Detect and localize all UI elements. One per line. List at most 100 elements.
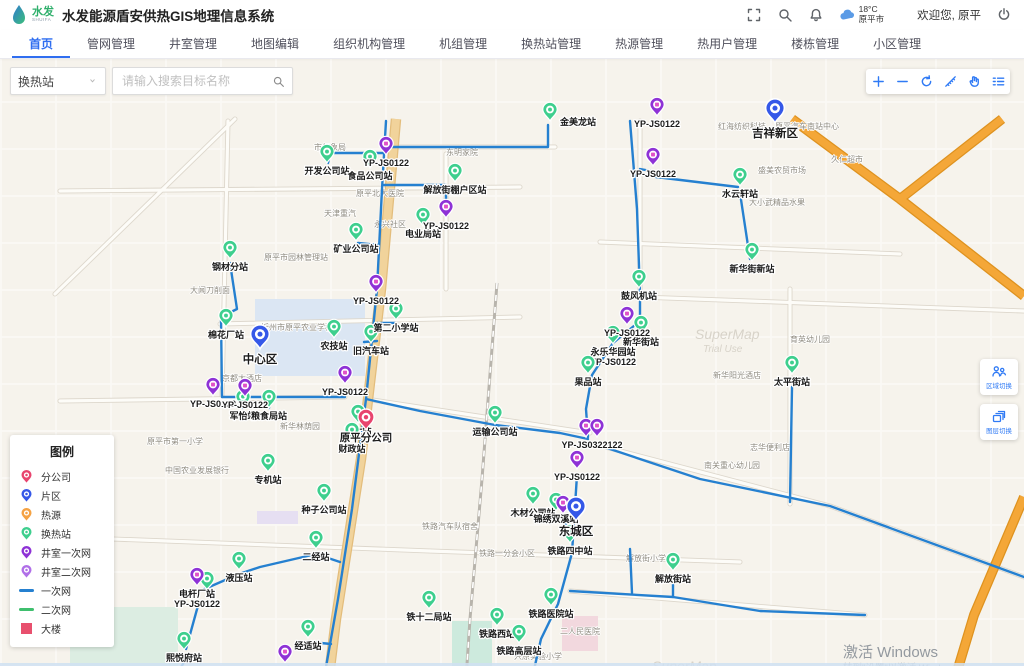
exchange-pin[interactable] [448,163,462,182]
marker-label: YP-JS0122 [423,221,469,231]
marker-label: 运输公司站 [472,426,517,437]
map-poi-label: 南关重心幼儿园 [704,460,760,470]
fullscreen-icon[interactable] [746,7,762,23]
search-submit-icon[interactable] [272,75,285,88]
exchange-pin[interactable] [745,242,759,261]
marker-label: 二经站 [302,551,329,562]
marker-label: 新华街新站 [729,263,774,274]
marker-label: 矿业公司站 [333,243,378,254]
marker-label: 液压站 [225,572,252,583]
marker-label: 东城区 [559,524,594,538]
exchange-pin[interactable] [261,453,275,472]
marker-label: 太平街站 [773,376,810,387]
highway [941,497,1024,666]
tab-building[interactable]: 楼栋管理 [774,30,856,58]
well-primary-pin[interactable] [646,147,660,166]
tab-well[interactable]: 井室管理 [152,30,234,58]
search-input[interactable] [120,73,272,89]
exchange-pin[interactable] [177,631,191,650]
tab-heat-user[interactable]: 热用户管理 [680,30,774,58]
logout-icon[interactable] [996,7,1012,23]
tab-home[interactable]: 首页 [12,30,70,58]
tab-map-edit[interactable]: 地图编辑 [234,30,316,58]
exchange-pin[interactable] [733,167,747,186]
marker-label: 开发公司站 [304,165,349,176]
exchange-pin[interactable] [544,587,558,606]
exchange-pin[interactable] [666,552,680,571]
zoom-out-button[interactable] [890,69,914,94]
notification-bell-icon[interactable] [808,7,824,23]
legend-symbol [19,469,34,484]
exchange-pin[interactable] [526,486,540,505]
legend-item: 大楼 [19,619,105,638]
exchange-pin[interactable] [301,619,315,638]
tab-heat-source[interactable]: 热源管理 [598,30,680,58]
well-primary-pin[interactable] [620,306,634,325]
marker-label: 果品站 [573,376,601,387]
well-primary-pin[interactable] [338,365,352,384]
reset-view-button[interactable] [914,69,938,94]
exchange-pin[interactable] [581,355,595,374]
layer-list-button[interactable] [986,69,1010,94]
marker-label: YP-JS0122 [363,158,409,168]
exchange-pin[interactable] [512,624,526,643]
weather-widget: 18°C 原平市 [839,5,885,25]
search-icon[interactable] [777,7,793,23]
page-title: 水发能源盾安供热GIS地理信息系统 [62,5,274,25]
legend-label: 片区 [41,488,61,503]
marker-label: YP-JS0122 [604,328,650,338]
map-canvas[interactable]: 换热站 区域切换图层切换 图例 分公司片区热源换热站井室一次网井室二次网一次网二… [0,59,1024,666]
well-primary-pin[interactable] [439,199,453,218]
exchange-pin[interactable] [632,269,646,288]
marker-label: YP-JS0122 [174,599,220,609]
weather-city: 原平市 [859,15,885,25]
search-category-select[interactable]: 换热站 [10,67,106,95]
railway [463,283,497,666]
marker-label: 金美龙站 [559,116,596,127]
map-poi-label: 原平市第一小学 [147,436,203,446]
region-switch-button[interactable]: 区域切换 [980,359,1018,395]
tab-community[interactable]: 小区管理 [856,30,938,58]
marker-label: 经适站 [294,640,321,651]
measure-button[interactable] [938,69,962,94]
map-poi-label: 铁路一分会小区 [479,548,535,558]
legend-item: 二次网 [19,600,105,619]
exchange-pin[interactable] [320,144,334,163]
well-primary-pin[interactable] [650,97,664,116]
district-pin[interactable] [766,99,785,123]
primary-network-line[interactable] [387,125,548,147]
tab-exchange-station[interactable]: 换热站管理 [504,30,598,58]
map-poi-label: 原平北大医院 [356,188,404,198]
marker-label: 第二小学站 [373,322,418,333]
zoom-in-button[interactable] [866,69,890,94]
well-primary-pin[interactable] [278,644,292,663]
exchange-pin[interactable] [422,590,436,609]
well-primary-pin[interactable] [206,377,220,396]
marker-label: 旧汽车站 [353,345,389,356]
legend-label: 换热站 [41,526,71,541]
layer-switch-label: 图层切换 [986,426,1012,435]
legend-item: 热源 [19,505,105,524]
exchange-pin[interactable] [232,551,246,570]
map-poi-label: 忻州市原平农业学校 [261,322,333,332]
tab-pipe-network[interactable]: 管网管理 [70,30,152,58]
map-poi-label: 盛美农贸市场 [758,165,806,175]
pan-button[interactable] [962,69,986,94]
marker-label: YP-JS0122 [353,296,399,306]
map-block [452,621,492,666]
layer-switch-button[interactable]: 图层切换 [980,404,1018,440]
map-basemap[interactable]: SuperMapTrial UseSuperMapTrial Use市气象局东明… [0,59,1024,666]
exchange-pin[interactable] [317,483,331,502]
tab-unit[interactable]: 机组管理 [422,30,504,58]
marker-label: 食品公司站 [346,170,392,181]
exchange-pin[interactable] [785,355,799,374]
search-category-value: 换热站 [18,73,54,90]
marker-label: YP-JS0322122 [561,440,622,450]
legend-label: 大楼 [41,621,61,636]
legend-item: 井室二次网 [19,562,105,581]
tab-organization[interactable]: 组织机构管理 [316,30,422,58]
exchange-pin[interactable] [349,222,363,241]
exchange-pin[interactable] [543,102,557,121]
well-primary-pin[interactable] [570,450,584,469]
street [60,537,430,551]
